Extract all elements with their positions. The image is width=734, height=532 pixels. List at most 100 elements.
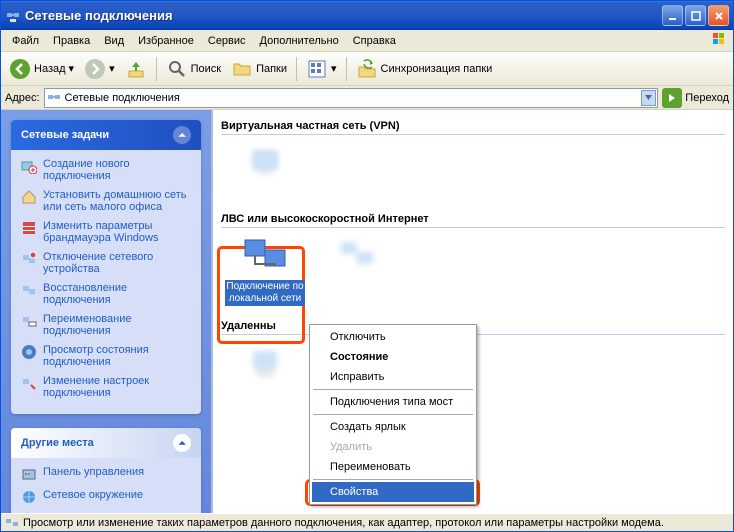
menu-edit[interactable]: Правка xyxy=(46,33,97,49)
firewall-icon xyxy=(21,220,37,236)
place-control-panel[interactable]: Панель управления xyxy=(21,466,191,482)
connection-item[interactable] xyxy=(225,343,305,399)
panel-title: Другие места xyxy=(21,437,94,449)
sidebar: Сетевые задачи ⏶ Создание нового подключ… xyxy=(1,110,211,513)
connection-item[interactable] xyxy=(317,236,397,306)
address-input[interactable] xyxy=(44,88,659,108)
address-icon xyxy=(47,91,61,105)
address-dropdown[interactable] xyxy=(641,90,656,106)
repair-icon xyxy=(21,282,37,298)
menu-bridge[interactable]: Подключения типа мост xyxy=(312,392,474,412)
network-icon xyxy=(21,489,37,505)
connection-icon xyxy=(241,143,289,183)
up-button[interactable] xyxy=(121,56,151,82)
menu-tools[interactable]: Сервис xyxy=(201,33,253,49)
go-icon xyxy=(662,88,682,108)
task-label: Восстановление подключения xyxy=(43,282,191,306)
minimize-button[interactable] xyxy=(662,5,683,26)
menu-repair[interactable]: Исправить xyxy=(312,367,474,387)
menu-delete[interactable]: Удалить xyxy=(312,437,474,457)
task-label: Панель управления xyxy=(43,466,144,478)
connection-item[interactable] xyxy=(225,143,305,199)
sync-label: Синхронизация папки xyxy=(381,63,493,75)
search-button[interactable]: Поиск xyxy=(162,56,225,82)
task-label: Изменение настроек подключения xyxy=(43,375,191,399)
connection-icon xyxy=(333,236,381,276)
connection-lan[interactable]: Подключение по локальной сети xyxy=(225,236,305,306)
panel-header[interactable]: Сетевые задачи ⏶ xyxy=(11,120,201,150)
task-new-connection[interactable]: Создание нового подключения xyxy=(21,158,191,182)
group-lan: ЛВС или высокоскоростной Интернет Подклю… xyxy=(221,213,725,314)
address-input-wrap xyxy=(44,88,659,108)
panel-body: Создание нового подключения Установить д… xyxy=(11,150,201,414)
group-title: Виртуальная частная сеть (VPN) xyxy=(221,120,725,135)
folders-button[interactable]: Папки xyxy=(227,56,291,82)
status-icon xyxy=(21,344,37,360)
windows-flag-icon xyxy=(707,30,731,50)
menubar: Файл Правка Вид Избранное Сервис Дополни… xyxy=(1,30,733,52)
task-settings[interactable]: Изменение настроек подключения xyxy=(21,375,191,399)
views-button[interactable]: ▾ xyxy=(302,56,341,82)
separator xyxy=(313,479,473,480)
task-status[interactable]: Просмотр состояния подключения xyxy=(21,344,191,368)
task-label: Изменить параметры брандмауэра Windows xyxy=(43,220,191,244)
menu-rename[interactable]: Переименовать xyxy=(312,457,474,477)
toolbar: Назад ▾ ▾ Поиск Папки ▾ Синхронизация па… xyxy=(1,52,733,86)
separator xyxy=(296,57,297,81)
status-icon xyxy=(5,516,19,530)
place-network[interactable]: Сетевое окружение xyxy=(21,489,191,505)
go-button[interactable]: Переход xyxy=(662,88,729,108)
task-label: Переименование подключения xyxy=(43,313,191,337)
task-home-network[interactable]: Установить домашнюю сеть или сеть малого… xyxy=(21,189,191,213)
panel-title: Сетевые задачи xyxy=(21,129,109,141)
status-text: Просмотр или изменение таких параметров … xyxy=(23,517,664,529)
control-panel-icon xyxy=(21,466,37,482)
back-button[interactable]: Назад ▾ xyxy=(5,56,78,82)
menu-status[interactable]: Состояние xyxy=(312,347,474,367)
folders-label: Папки xyxy=(256,63,287,75)
task-label: Создание нового подключения xyxy=(43,158,191,182)
back-label: Назад xyxy=(34,63,66,75)
up-icon xyxy=(125,58,147,80)
separator xyxy=(313,389,473,390)
group-vpn: Виртуальная частная сеть (VPN) xyxy=(221,120,725,207)
group-items xyxy=(221,135,725,207)
home-network-icon xyxy=(21,189,37,205)
task-rename[interactable]: Переименование подключения xyxy=(21,313,191,337)
chevron-up-icon: ⏶ xyxy=(173,434,191,452)
menu-help[interactable]: Справка xyxy=(346,33,403,49)
maximize-button[interactable] xyxy=(685,5,706,26)
task-label: Отключение сетевого устройства xyxy=(43,251,191,275)
separator xyxy=(346,57,347,81)
menu-shortcut[interactable]: Создать ярлык xyxy=(312,417,474,437)
task-disable[interactable]: Отключение сетевого устройства xyxy=(21,251,191,275)
settings-icon xyxy=(21,375,37,391)
dropdown-icon: ▾ xyxy=(69,62,75,75)
content-area: Виртуальная частная сеть (VPN) ЛВС или в… xyxy=(211,110,733,513)
task-label: Сетевое окружение xyxy=(43,489,143,501)
panel-header[interactable]: Другие места ⏶ xyxy=(11,428,201,458)
panel-places: Другие места ⏶ Панель управления Сетевое… xyxy=(11,428,201,513)
task-firewall[interactable]: Изменить параметры брандмауэра Windows xyxy=(21,220,191,244)
forward-button[interactable]: ▾ xyxy=(80,56,119,82)
group-items: Подключение по локальной сети xyxy=(221,228,725,314)
task-repair[interactable]: Восстановление подключения xyxy=(21,282,191,306)
menu-file[interactable]: Файл xyxy=(5,33,46,49)
go-label: Переход xyxy=(685,92,729,104)
rename-icon xyxy=(21,313,37,329)
disable-icon xyxy=(21,251,37,267)
views-icon xyxy=(306,58,328,80)
sync-button[interactable]: Синхронизация папки xyxy=(352,56,497,82)
close-button[interactable] xyxy=(708,5,729,26)
panel-body: Панель управления Сетевое окружение Мои … xyxy=(11,458,201,513)
menu-disable[interactable]: Отключить xyxy=(312,327,474,347)
menu-view[interactable]: Вид xyxy=(97,33,131,49)
sync-icon xyxy=(356,58,378,80)
menu-properties[interactable]: Свойства xyxy=(312,482,474,502)
folders-icon xyxy=(231,58,253,80)
connection-label: Подключение по локальной сети xyxy=(225,280,305,306)
menu-favorites[interactable]: Избранное xyxy=(131,33,201,49)
separator xyxy=(313,414,473,415)
menu-advanced[interactable]: Дополнительно xyxy=(253,33,346,49)
connection-icon xyxy=(241,343,289,383)
